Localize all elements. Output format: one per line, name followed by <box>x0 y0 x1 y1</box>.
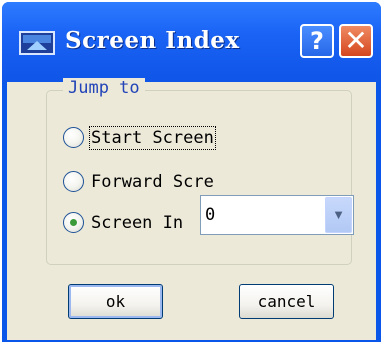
help-button[interactable]: ? <box>300 24 334 58</box>
screen-index-dialog: Screen Index ? ✕ Jump to Start Screen Fo… <box>2 2 381 342</box>
radio-start-screen-circle[interactable] <box>63 127 84 148</box>
ok-button[interactable]: ok <box>68 284 163 319</box>
radio-screen-index[interactable]: Screen In <box>63 212 183 233</box>
radio-forward-screen-label[interactable]: Forward Scre <box>91 172 214 192</box>
chevron-down-icon[interactable]: ▼ <box>325 197 352 233</box>
cancel-button[interactable]: cancel <box>239 284 334 319</box>
radio-screen-index-circle[interactable] <box>63 212 84 233</box>
radio-screen-index-label[interactable]: Screen In <box>91 213 183 233</box>
radio-start-screen-label[interactable]: Start Screen <box>89 125 216 150</box>
radio-forward-screen-circle[interactable] <box>63 171 84 192</box>
window-title: Screen Index <box>65 27 240 54</box>
radio-forward-screen[interactable]: Forward Scre <box>63 171 214 192</box>
screen-index-dropdown[interactable]: 0 ▼ <box>200 195 354 235</box>
dropdown-value: 0 <box>205 205 216 225</box>
group-label: Jump to <box>63 78 145 98</box>
close-button[interactable]: ✕ <box>339 24 373 58</box>
title-bar[interactable]: Screen Index ? ✕ <box>2 2 381 82</box>
radio-start-screen[interactable]: Start Screen <box>63 125 216 150</box>
window-icon <box>19 31 55 55</box>
jump-to-groupbox: Jump to Start Screen Forward Scre Screen… <box>46 78 352 265</box>
